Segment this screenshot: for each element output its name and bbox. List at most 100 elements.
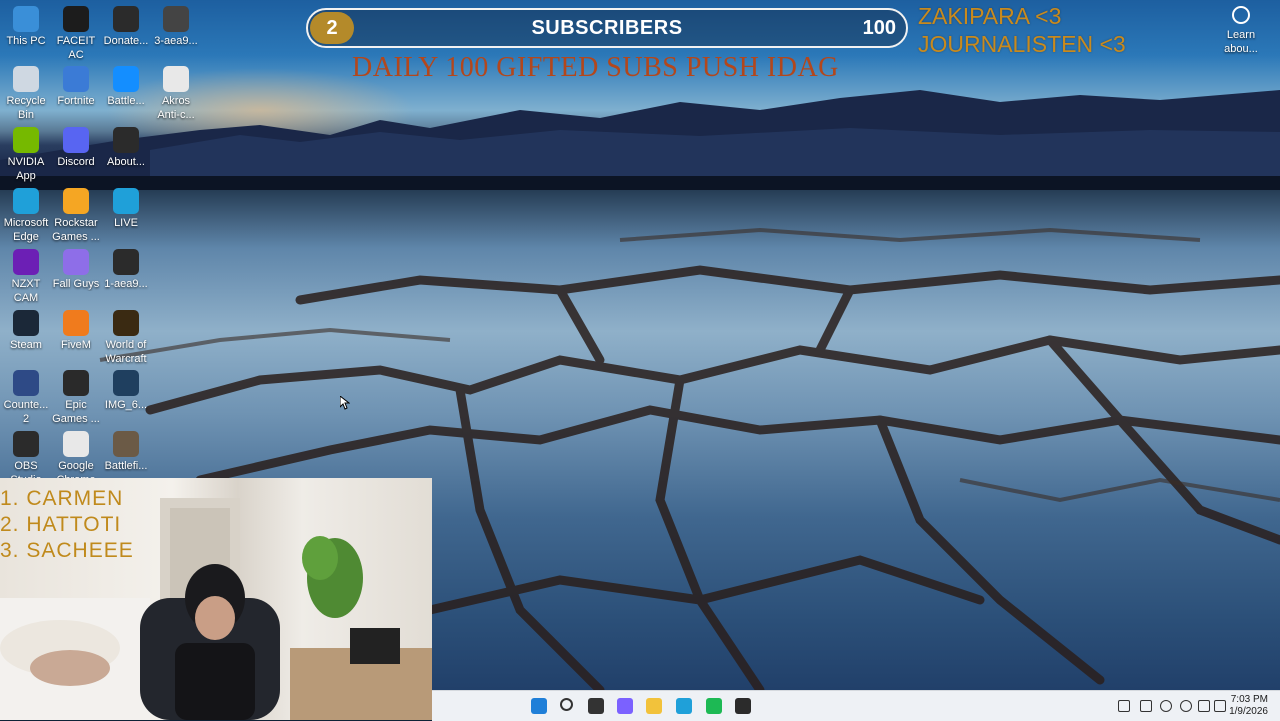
desktop-shortcut[interactable]: About... <box>100 127 152 169</box>
about-file-icon <box>113 127 139 153</box>
desktop-shortcut[interactable]: IMG_6... <box>100 370 152 412</box>
desktop-shortcut-label: Steam <box>10 339 42 351</box>
system-clock[interactable]: 7:03 PM 1/9/2026 <box>1229 694 1268 718</box>
spotify-button[interactable] <box>704 696 724 716</box>
fortnite-icon <box>63 66 89 92</box>
volume-icon[interactable] <box>1198 700 1210 712</box>
desktop-shortcut-label: IMG_6... <box>104 399 148 411</box>
desktop-shortcut[interactable]: Battle... <box>100 66 152 108</box>
clock-time: 7:03 PM <box>1230 694 1268 705</box>
desktop-shortcut-label: Epic Games ... <box>52 399 100 425</box>
edge-button[interactable] <box>674 696 694 716</box>
learn-about-label: Learn abou... <box>1224 29 1258 55</box>
network-off-icon[interactable] <box>1140 700 1152 712</box>
desktop-shortcut-label: Battle... <box>107 95 145 107</box>
desktop-shortcut[interactable]: Steam <box>0 310 52 352</box>
desktop-shortcut-label: LIVE <box>114 217 138 229</box>
start-button[interactable] <box>529 696 549 716</box>
wow-icon <box>113 310 139 336</box>
webcam-feed: 1. CARMEN 2. HATTOTI 3. SACHEEE <box>0 478 432 720</box>
chevron-up-icon[interactable] <box>1118 700 1130 712</box>
desktop-shortcut[interactable]: Akros Anti-c... <box>150 66 202 122</box>
leaderboard: 1. CARMEN 2. HATTOTI 3. SACHEEE <box>0 486 134 564</box>
desktop-shortcut[interactable]: FACEIT AC <box>50 6 102 62</box>
fivem-icon <box>63 310 89 336</box>
desktop-shortcut-label: NVIDIA App <box>7 156 45 182</box>
image-file-icon <box>113 370 139 396</box>
shoutout-line: ZAKIPARA <3 <box>918 3 1062 29</box>
subscriber-goal-bar: 2 SUBSCRIBERS 100 <box>306 8 908 48</box>
desktop-shortcut[interactable]: Epic Games ... <box>50 370 102 426</box>
desktop-shortcut-label: 1-aea9... <box>104 278 148 290</box>
desktop-shortcut-label: Counte... 2 <box>3 399 49 425</box>
desktop-shortcut-label: Donate... <box>103 35 149 47</box>
image-file-icon <box>163 6 189 32</box>
task-view-icon <box>588 698 604 714</box>
copilot-button[interactable] <box>615 696 635 716</box>
epic-games-icon <box>63 370 89 396</box>
desktop-shortcut[interactable]: Counte... 2 <box>0 370 52 426</box>
desktop-shortcut-label: NZXT CAM <box>11 278 41 304</box>
desktop-shortcut[interactable]: 3-aea9... <box>150 6 202 48</box>
leaderboard-entry: 1. CARMEN <box>0 487 124 510</box>
desktop-shortcut[interactable]: Recycle Bin <box>0 66 52 122</box>
battlenet-icon <box>113 66 139 92</box>
desktop-shortcut[interactable]: Fortnite <box>50 66 102 108</box>
learn-about-icon <box>1232 6 1250 24</box>
learn-about-picture[interactable]: Learn abou... <box>1218 6 1264 56</box>
desktop-shortcut[interactable]: Battlefi... <box>100 431 152 473</box>
desktop-shortcut[interactable]: World of Warcraft <box>100 310 152 366</box>
subscriber-goal: 100 <box>862 17 896 39</box>
rockstar-icon <box>63 188 89 214</box>
file-explorer-button[interactable] <box>644 696 664 716</box>
desktop-shortcut[interactable]: FiveM <box>50 310 102 352</box>
desktop-shortcut-label: Battlefi... <box>104 460 148 472</box>
desktop-shortcut[interactable]: LIVE <box>100 188 152 230</box>
edge-icon <box>13 188 39 214</box>
live-icon <box>113 188 139 214</box>
search-button[interactable] <box>558 696 578 716</box>
akros-icon <box>163 66 189 92</box>
obs-button[interactable] <box>733 696 753 716</box>
desktop-shortcut[interactable]: Donate... <box>100 6 152 48</box>
desktop-shortcut[interactable]: NZXT CAM <box>0 249 52 305</box>
battery-icon[interactable] <box>1214 700 1226 712</box>
desktop-shortcut[interactable]: Discord <box>50 127 102 169</box>
windows-start-icon <box>531 698 547 714</box>
mic-icon[interactable] <box>1160 700 1172 712</box>
desktop-shortcut-label: FiveM <box>61 339 91 351</box>
discord-icon <box>63 127 89 153</box>
recycle-bin-icon <box>13 66 39 92</box>
desktop-shortcut-label: 3-aea9... <box>154 35 198 47</box>
desktop-shortcut[interactable]: NVIDIA App <box>0 127 52 183</box>
spotify-icon <box>706 698 722 714</box>
folder-icon <box>646 698 662 714</box>
desktop-shortcut[interactable]: This PC <box>0 6 52 48</box>
desktop-shortcut-label: FACEIT AC <box>56 35 96 61</box>
donate-icon <box>113 6 139 32</box>
desktop-shortcut[interactable]: Rockstar Games ... <box>50 188 102 244</box>
steam-icon <box>13 310 39 336</box>
daily-goal-text: DAILY 100 GIFTED SUBS PUSH IDAG <box>352 52 839 83</box>
clock-date: 1/9/2026 <box>1229 706 1268 717</box>
task-view-button[interactable] <box>586 696 606 716</box>
image-file-icon <box>113 249 139 275</box>
battlefield-icon <box>113 431 139 457</box>
desktop-shortcut[interactable]: Fall Guys <box>50 249 102 291</box>
desktop-shortcut[interactable]: 1-aea9... <box>100 249 152 291</box>
desktop-shortcut-label: Microsoft Edge <box>3 217 49 243</box>
mouse-cursor-icon <box>340 396 350 410</box>
leaderboard-entry: 3. SACHEEE <box>0 539 134 562</box>
shoutouts: ZAKIPARA <3 JOURNALISTEN <3 <box>918 2 1126 58</box>
desktop-shortcut-label: Fall Guys <box>52 278 100 290</box>
desktop-shortcut[interactable]: Microsoft Edge <box>0 188 52 244</box>
desktop-shortcut-label: Fortnite <box>57 95 95 107</box>
chrome-icon <box>63 431 89 457</box>
monitor-icon <box>13 6 39 32</box>
wifi-icon[interactable] <box>1180 700 1192 712</box>
desktop-shortcut-label: Discord <box>57 156 95 168</box>
fallguys-icon <box>63 249 89 275</box>
desktop-shortcut-label: About... <box>107 156 145 168</box>
edge-icon <box>676 698 692 714</box>
copilot-icon <box>617 698 633 714</box>
